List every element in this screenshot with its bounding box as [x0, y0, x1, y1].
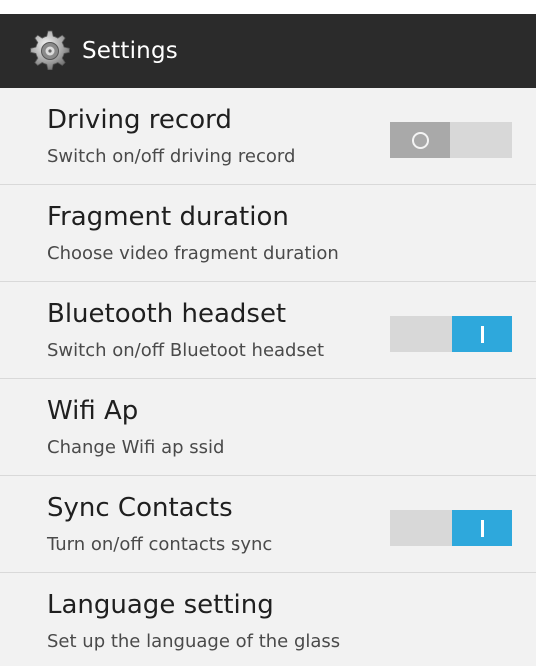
bluetooth-headset-toggle[interactable] [390, 316, 512, 352]
toggle-off-icon [411, 131, 429, 149]
action-bar: Settings [0, 14, 536, 88]
setting-subtitle: Set up the language of the glass [47, 631, 341, 652]
setting-fragment-duration[interactable]: Fragment duration Choose video fragment … [0, 185, 536, 282]
toggle-on-icon [480, 325, 484, 343]
sync-contacts-toggle[interactable] [390, 510, 512, 546]
setting-title: Driving record [47, 105, 232, 135]
page-title: Settings [82, 38, 178, 64]
setting-driving-record[interactable]: Driving record Switch on/off driving rec… [0, 88, 536, 185]
top-margin [0, 0, 536, 14]
setting-title: Wifi Ap [47, 396, 139, 426]
setting-title: Bluetooth headset [47, 299, 287, 329]
setting-title: Fragment duration [47, 202, 289, 232]
setting-subtitle: Choose video fragment duration [47, 243, 339, 264]
setting-wifi-ap[interactable]: Wifi Ap Change Wifi ap ssid [0, 379, 536, 476]
setting-subtitle: Switch on/off driving record [47, 146, 296, 167]
toggle-knob [452, 316, 512, 352]
toggle-knob [452, 510, 512, 546]
toggle-on-icon [480, 519, 484, 537]
setting-language[interactable]: Language setting Set up the language of … [0, 573, 536, 666]
driving-record-toggle[interactable] [390, 122, 512, 158]
gear-icon[interactable] [26, 27, 74, 75]
setting-title: Sync Contacts [47, 493, 233, 523]
setting-title: Language setting [47, 590, 274, 620]
toggle-knob [390, 122, 450, 158]
setting-sync-contacts[interactable]: Sync Contacts Turn on/off contacts sync [0, 476, 536, 573]
setting-subtitle: Change Wifi ap ssid [47, 437, 225, 458]
settings-screen: Settings Driving record Switch on/off dr… [0, 0, 536, 666]
setting-subtitle: Switch on/off Bluetoot headset [47, 340, 324, 361]
settings-list: Driving record Switch on/off driving rec… [0, 88, 536, 666]
setting-subtitle: Turn on/off contacts sync [47, 534, 273, 555]
setting-bluetooth-headset[interactable]: Bluetooth headset Switch on/off Bluetoot… [0, 282, 536, 379]
